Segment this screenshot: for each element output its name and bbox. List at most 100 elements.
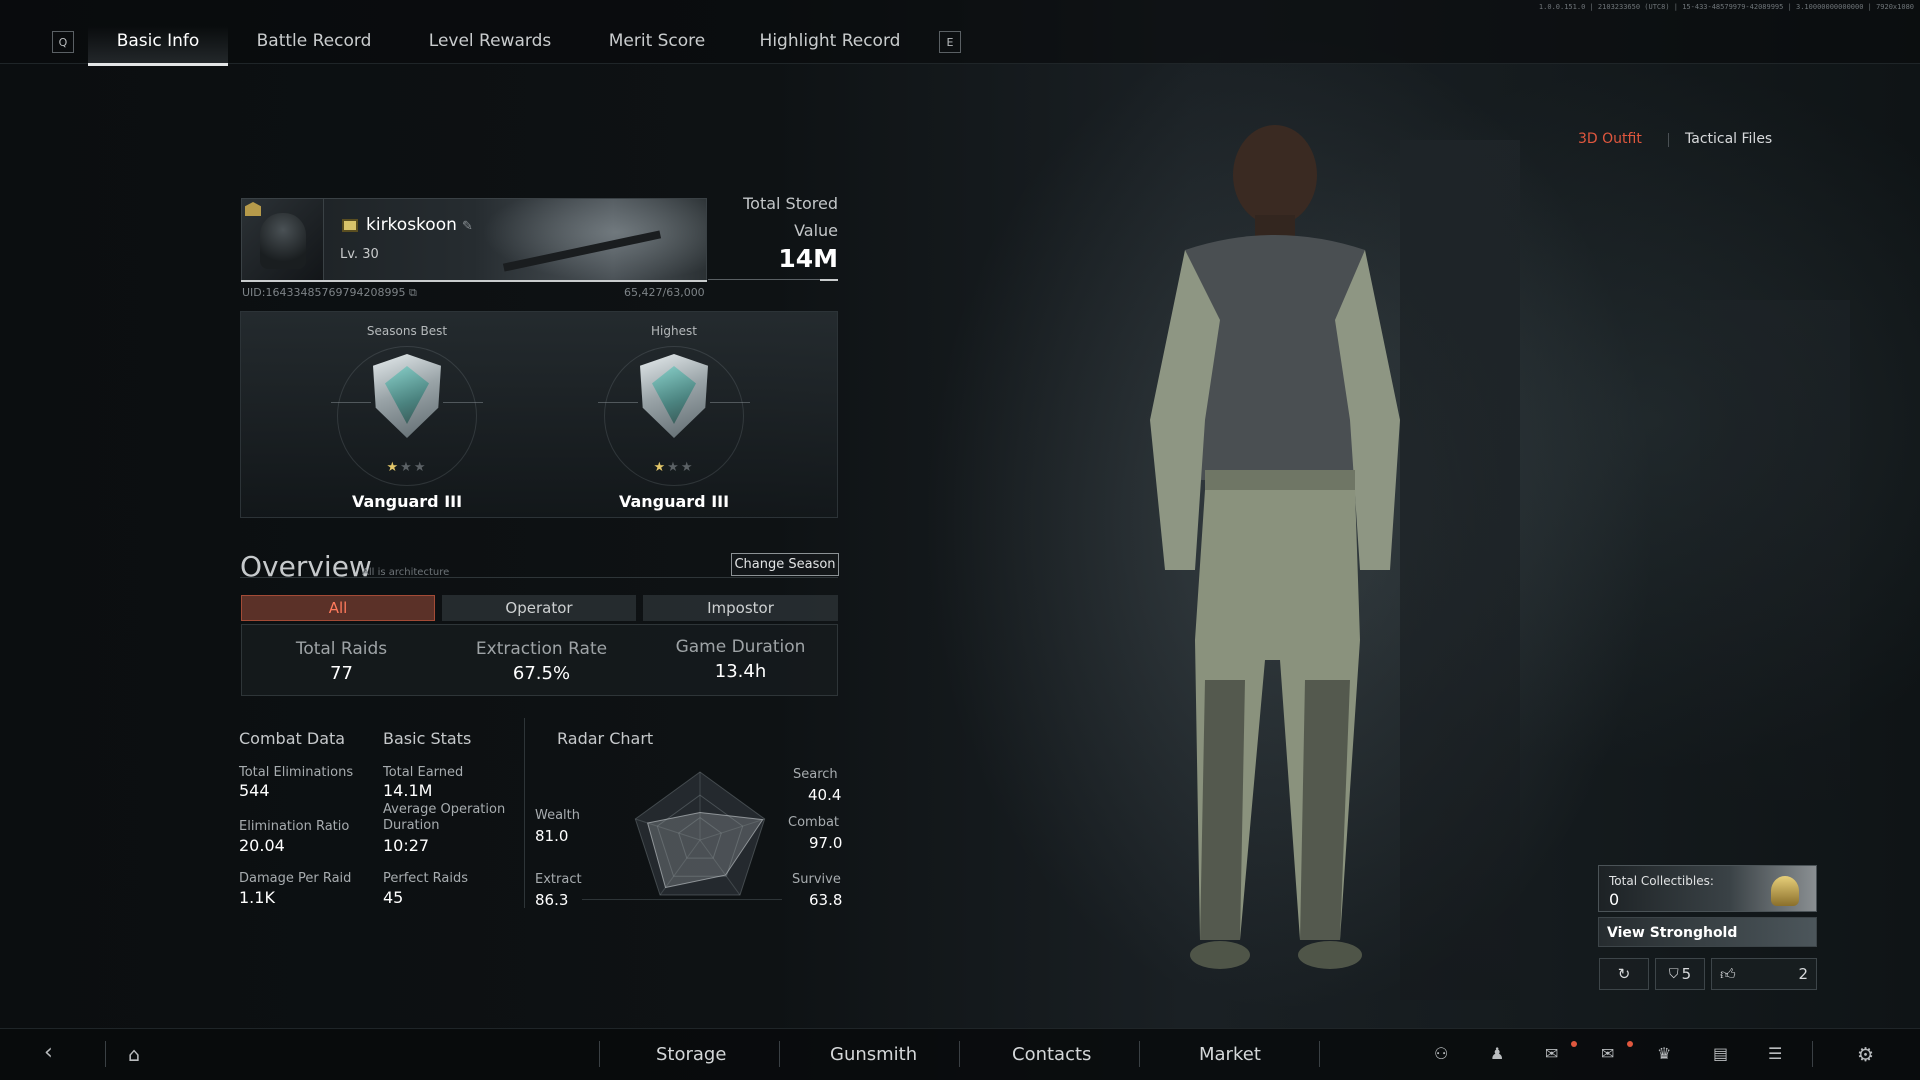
radar-value-wealth: 81.0 (535, 827, 569, 845)
thumbs-up-icon: 👍︎ (1720, 964, 1736, 983)
radar-value-search: 40.4 (808, 786, 842, 804)
filter-all[interactable]: All (241, 595, 435, 621)
collectibles-value: 0 (1609, 890, 1620, 909)
filter-impostor[interactable]: Impostor (643, 595, 838, 621)
radar-label-wealth: Wealth (535, 808, 581, 823)
player-uid[interactable]: UID:16433485769794208995 ⧉ (242, 286, 417, 300)
stat-label: Average Operation Duration (383, 802, 506, 833)
like-count: 2 (1798, 965, 1808, 983)
radar-baseline (582, 899, 782, 900)
total-stored-underline (708, 279, 838, 280)
radar-value-combat: 97.0 (809, 834, 843, 852)
stat-label: Game Duration (675, 637, 806, 657)
nav-divider (1139, 1041, 1140, 1067)
rank-panel: Seasons Best ★★★ Vanguard III Highest ★★… (240, 311, 838, 518)
collectibles-card[interactable]: Total Collectibles: 0 (1598, 865, 1817, 912)
stat-label: Total Eliminations (239, 765, 354, 780)
copy-icon[interactable]: ⧉ (409, 286, 417, 299)
trophy-icon (1771, 876, 1799, 906)
view-stronghold-button[interactable]: View Stronghold (1598, 917, 1817, 947)
tactical-files-link[interactable]: Tactical Files (1685, 131, 1772, 147)
chat-notification-dot (1571, 1041, 1577, 1047)
radar-label-search: Search (793, 767, 838, 782)
link-divider (1668, 133, 1669, 147)
bottom-nav-bar (0, 1028, 1920, 1080)
stat-value: 10:27 (383, 836, 430, 855)
stat-value: 77 (330, 663, 353, 684)
overview-divider (240, 577, 838, 578)
rank-name: Vanguard III (351, 492, 463, 511)
nav-gunsmith[interactable]: Gunsmith (830, 1044, 917, 1065)
stat-value: 1.1K (239, 888, 275, 907)
radar-chart (634, 771, 766, 896)
collectibles-label: Total Collectibles: (1609, 874, 1714, 888)
home-icon[interactable]: ⌂ (128, 1044, 140, 1066)
nav-divider (1319, 1041, 1320, 1067)
nav-divider (779, 1041, 780, 1067)
stat-value: 67.5% (512, 663, 571, 684)
stats-divider (524, 718, 525, 908)
nav-market[interactable]: Market (1199, 1044, 1261, 1065)
rank-label: Seasons Best (366, 324, 448, 338)
tab-battle-record[interactable]: Battle Record (248, 26, 380, 66)
region-flag-icon (342, 219, 358, 232)
back-arrow-icon[interactable]: ‹ (44, 1040, 53, 1065)
stat-value: 20.04 (239, 836, 285, 855)
tab-highlight-record[interactable]: Highlight Record (756, 26, 904, 66)
tab-level-rewards[interactable]: Level Rewards (420, 26, 560, 66)
rank-seasons-best[interactable]: Seasons Best ★★★ Vanguard III (307, 312, 507, 519)
chat-icon[interactable]: ✉ (1545, 1044, 1558, 1063)
rank-stars: ★★★ (386, 460, 428, 475)
operator-character (1150, 125, 1400, 969)
rank-tick (710, 402, 750, 403)
tab-basic-info[interactable]: Basic Info (88, 26, 228, 66)
shield-badge-icon: ⛉ (1668, 966, 1679, 982)
rank-highest[interactable]: Highest ★★★ Vanguard III (574, 312, 774, 519)
nav-divider (599, 1041, 600, 1067)
like-button[interactable]: 👍︎ 2 (1711, 958, 1817, 990)
radar-label-extract: Extract (535, 872, 582, 887)
outfit-3d-link[interactable]: 3D Outfit (1578, 131, 1642, 147)
settings-icon[interactable]: ⚙ (1857, 1044, 1874, 1066)
stat-label: Perfect Raids (383, 871, 469, 886)
xp-readout: 65,427/63,000 (624, 286, 705, 299)
friends-search-icon[interactable]: ⚇ (1434, 1044, 1448, 1063)
trophy-icon[interactable]: ♛ (1657, 1044, 1671, 1063)
overview-title: Overview (240, 550, 372, 583)
next-tab-key[interactable]: E (939, 31, 961, 53)
edit-name-icon[interactable]: ✎ (462, 219, 473, 234)
change-season-button[interactable]: Change Season (731, 553, 839, 576)
xp-progress-bar (241, 280, 707, 282)
notes-icon[interactable]: ▤ (1713, 1044, 1728, 1063)
tab-merit-score[interactable]: Merit Score (600, 26, 714, 66)
profile-card[interactable]: kirkoskoon ✎ Lv. 30 (241, 198, 707, 281)
rank-tick (443, 402, 483, 403)
rank-tick (331, 402, 371, 403)
refresh-button[interactable]: ↻ (1599, 958, 1649, 990)
stat-label: Damage Per Raid (239, 871, 352, 886)
profile-icon[interactable]: ♟ (1490, 1044, 1504, 1063)
tasks-icon[interactable]: ☰ (1768, 1044, 1782, 1063)
nav-contacts[interactable]: Contacts (1012, 1044, 1091, 1065)
prev-tab-key[interactable]: Q (52, 31, 74, 53)
nav-divider (959, 1041, 960, 1067)
filter-operator[interactable]: Operator (442, 595, 636, 621)
total-stored-label: Total Stored Value (743, 194, 838, 240)
refresh-icon: ↻ (1617, 965, 1631, 983)
radar-label-combat: Combat (788, 815, 840, 830)
mail-notification-dot (1627, 1041, 1633, 1047)
badges-button[interactable]: ⛉ 5 (1655, 958, 1705, 990)
scene-locker (1700, 300, 1850, 800)
nav-divider (105, 1041, 106, 1067)
badge-count: 5 (1681, 965, 1692, 983)
radar-label-survive: Survive (792, 872, 841, 887)
nav-storage[interactable]: Storage (656, 1044, 726, 1065)
stat-game-duration: Game Duration 13.4h (641, 625, 840, 697)
stat-extraction-rate: Extraction Rate 67.5% (442, 625, 641, 697)
stat-label: Elimination Ratio (239, 819, 350, 834)
mail-icon[interactable]: ✉ (1601, 1044, 1614, 1063)
stat-value: 45 (383, 888, 404, 907)
basic-stats-title: Basic Stats (383, 729, 472, 748)
rank-name: Vanguard III (618, 492, 730, 511)
radar-value-survive: 63.8 (809, 891, 843, 909)
